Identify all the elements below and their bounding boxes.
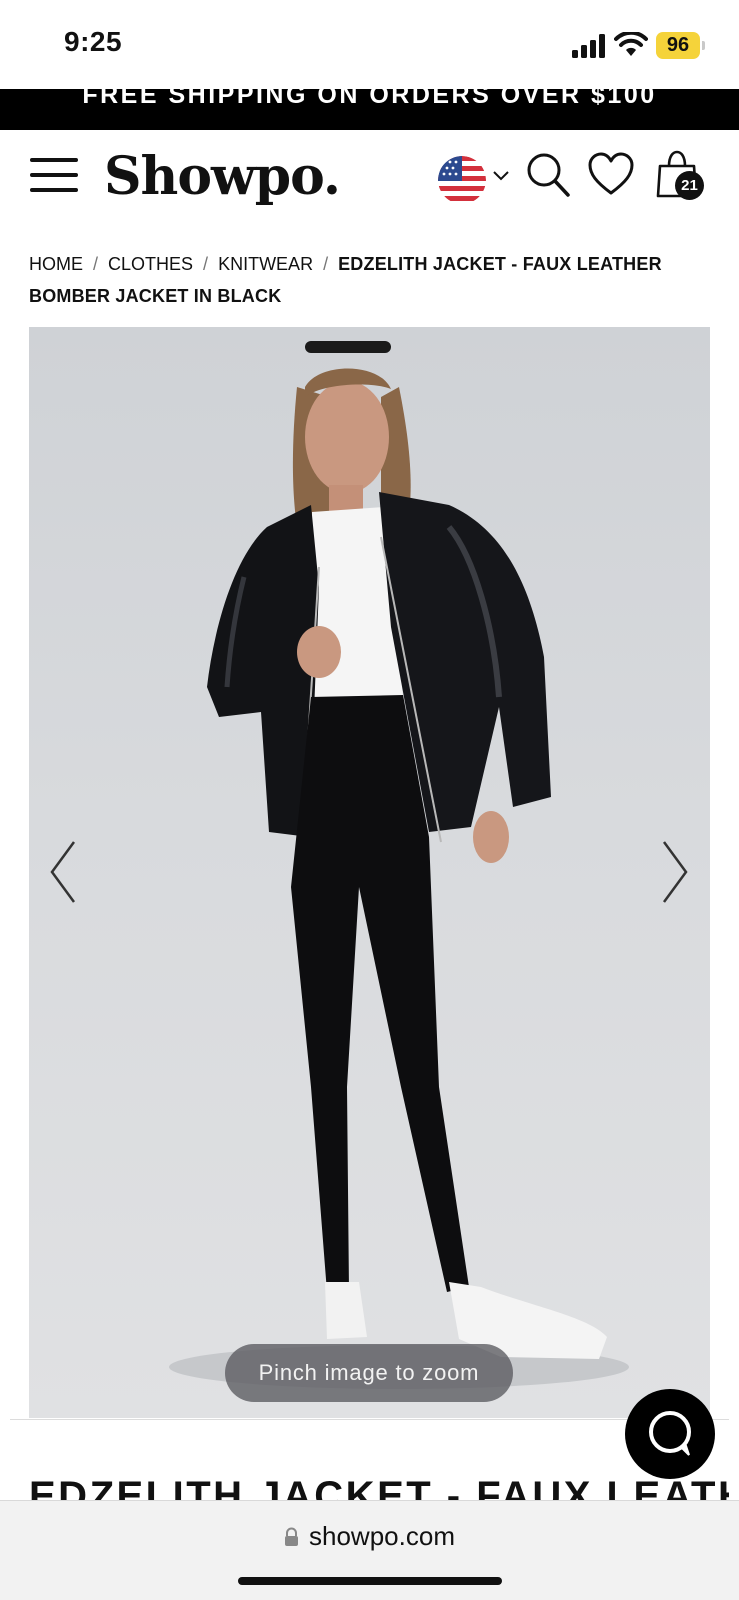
chat-bubble-icon — [649, 1411, 691, 1456]
chat-button[interactable] — [625, 1389, 715, 1479]
chevron-left-icon[interactable] — [48, 838, 78, 906]
logo[interactable]: Showpo. — [104, 146, 341, 207]
chevron-right-icon[interactable] — [660, 838, 690, 906]
divider — [10, 1419, 729, 1420]
us-flag-icon[interactable] — [438, 156, 486, 204]
product-title: EDZELITH JACKET - FAUX LEATHER — [29, 1468, 729, 1500]
lock-icon — [285, 1527, 299, 1546]
status-bar: 9:25 96 — [0, 0, 739, 89]
zoom-hint-toast: Pinch image to zoom — [225, 1344, 513, 1402]
chevron-down-icon[interactable] — [492, 170, 510, 182]
search-icon[interactable] — [526, 152, 570, 198]
product-image[interactable] — [29, 327, 710, 1418]
url-display[interactable]: showpo.com — [0, 1521, 739, 1552]
cart-count-badge: 21 — [675, 171, 704, 200]
breadcrumb-knitwear[interactable]: KNITWEAR — [218, 254, 313, 274]
breadcrumb-separator: / — [323, 254, 329, 274]
browser-address-bar[interactable]: showpo.com — [0, 1500, 739, 1600]
product-title-text: EDZELITH JACKET - FAUX LEATHER — [29, 1474, 729, 1500]
battery-tip — [702, 41, 705, 50]
battery-indicator: 96 — [656, 32, 700, 59]
breadcrumb-home[interactable]: HOME — [29, 254, 83, 274]
wifi-icon — [614, 32, 648, 56]
url-text: showpo.com — [309, 1521, 455, 1551]
breadcrumb-clothes[interactable]: CLOTHES — [108, 254, 193, 274]
status-time: 9:25 — [64, 26, 123, 57]
promo-banner[interactable]: FREE SHIPPING ON ORDERS OVER $100 — [0, 89, 739, 130]
home-indicator — [238, 1577, 502, 1585]
signal-icon — [572, 34, 605, 58]
promo-text: FREE SHIPPING ON ORDERS OVER $100 — [82, 89, 657, 109]
breadcrumb-separator: / — [203, 254, 209, 274]
menu-icon[interactable] — [30, 158, 80, 194]
breadcrumb: HOME / CLOTHES / KNITWEAR / EDZELITH JACKET - … — [29, 248, 689, 312]
heart-icon[interactable] — [588, 152, 634, 196]
site-header: Showpo. 21 — [0, 130, 739, 230]
model-photo — [169, 341, 629, 1389]
breadcrumb-separator: / — [93, 254, 99, 274]
